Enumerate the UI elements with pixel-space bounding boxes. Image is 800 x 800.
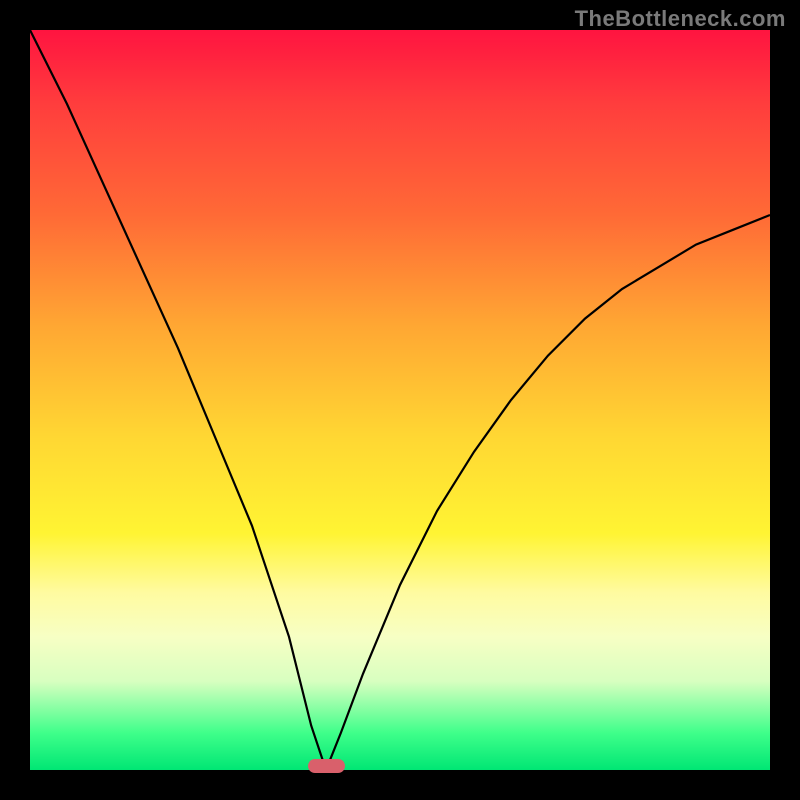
- curve-path: [30, 30, 770, 770]
- bottleneck-curve: [30, 30, 770, 770]
- optimal-marker: [308, 759, 345, 773]
- watermark-text: TheBottleneck.com: [575, 6, 786, 32]
- chart-frame: TheBottleneck.com: [0, 0, 800, 800]
- plot-area: [30, 30, 770, 770]
